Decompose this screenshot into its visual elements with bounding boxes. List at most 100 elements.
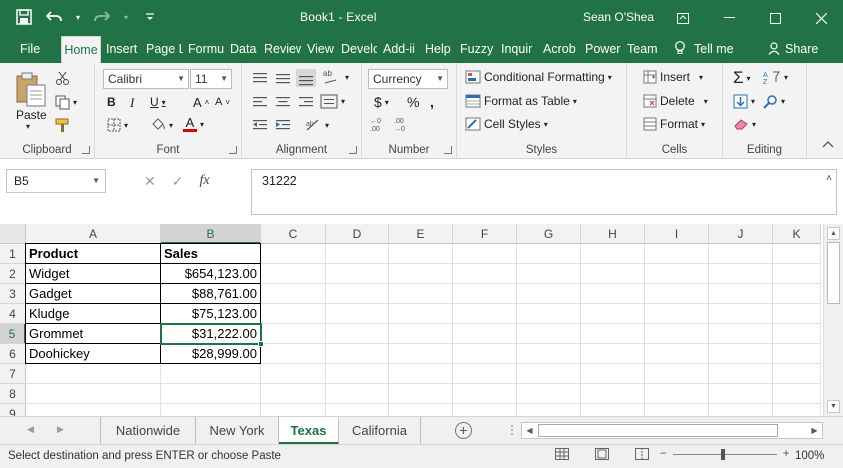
cell-b3[interactable]: $88,761.00 bbox=[161, 284, 261, 304]
cell-k2[interactable] bbox=[773, 264, 821, 284]
name-box[interactable]: B5 ▼ bbox=[6, 169, 106, 193]
cell-h1[interactable] bbox=[581, 244, 645, 264]
column-header-i[interactable]: I bbox=[645, 224, 709, 244]
cell-b5[interactable]: $31,222.00 bbox=[161, 324, 261, 344]
find-select-icon[interactable]: ▾ bbox=[763, 94, 785, 109]
cell-e5[interactable] bbox=[389, 324, 453, 344]
cell-i1[interactable] bbox=[645, 244, 709, 264]
cell-e7[interactable] bbox=[389, 364, 453, 384]
cut-icon[interactable] bbox=[55, 71, 70, 86]
cell-k9[interactable] bbox=[773, 404, 821, 416]
bottom-align-icon[interactable] bbox=[296, 69, 316, 87]
row-header-1[interactable]: 1 bbox=[0, 244, 26, 264]
row-header-2[interactable]: 2 bbox=[0, 264, 26, 284]
underline-button[interactable]: U ▾ bbox=[150, 95, 166, 109]
alignment-launcher-icon[interactable] bbox=[349, 146, 357, 154]
cell-a4[interactable]: Kludge bbox=[25, 304, 161, 324]
row-header-8[interactable]: 8 bbox=[0, 384, 26, 404]
orientation-icon[interactable]: ab ▾ bbox=[322, 68, 349, 86]
column-header-a[interactable]: A bbox=[26, 224, 161, 244]
tab-acrobat[interactable]: Acrob bbox=[543, 36, 579, 63]
cell-h5[interactable] bbox=[581, 324, 645, 344]
cell-f3[interactable] bbox=[453, 284, 517, 304]
cell-f2[interactable] bbox=[453, 264, 517, 284]
cell-d6[interactable] bbox=[326, 344, 389, 364]
cell-i7[interactable] bbox=[645, 364, 709, 384]
accounting-format-icon[interactable]: $ ▾ bbox=[374, 94, 389, 110]
row-header-9[interactable]: 9 bbox=[0, 404, 26, 416]
conditional-formatting-button[interactable]: Conditional Formatting ▾ bbox=[465, 70, 612, 84]
previous-sheet-icon[interactable]: ◀ bbox=[27, 424, 34, 435]
zoom-slider[interactable]: − + bbox=[660, 448, 789, 460]
cell-e9[interactable] bbox=[389, 404, 453, 416]
save-icon[interactable] bbox=[14, 6, 34, 28]
cell-k1[interactable] bbox=[773, 244, 821, 264]
cell-g9[interactable] bbox=[517, 404, 581, 416]
cell-c1[interactable] bbox=[261, 244, 326, 264]
wrap-text-icon[interactable]: ▾ bbox=[320, 94, 345, 109]
decrease-font-icon[interactable]: A ˅ bbox=[215, 96, 230, 108]
fill-handle[interactable] bbox=[258, 341, 264, 347]
fill-color-icon[interactable]: ▾ bbox=[150, 118, 173, 132]
column-header-e[interactable]: E bbox=[389, 224, 453, 244]
maximize-button[interactable] bbox=[752, 0, 798, 36]
cell-k5[interactable] bbox=[773, 324, 821, 344]
cell-g6[interactable] bbox=[517, 344, 581, 364]
cell-c3[interactable] bbox=[261, 284, 326, 304]
tab-power[interactable]: Power bbox=[585, 36, 621, 63]
scroll-up-icon[interactable]: ▲ bbox=[827, 227, 840, 240]
cell-b8[interactable] bbox=[161, 384, 261, 404]
format-as-table-button[interactable]: Format as Table ▾ bbox=[465, 94, 577, 108]
cell-a6[interactable]: Doohickey bbox=[25, 344, 161, 364]
font-launcher-icon[interactable] bbox=[229, 146, 237, 154]
cell-d1[interactable] bbox=[326, 244, 389, 264]
clipboard-launcher-icon[interactable] bbox=[82, 146, 90, 154]
row-header-7[interactable]: 7 bbox=[0, 364, 26, 384]
cell-a9[interactable] bbox=[26, 404, 161, 416]
row-header-6[interactable]: 6 bbox=[0, 344, 26, 364]
cell-h7[interactable] bbox=[581, 364, 645, 384]
cell-i6[interactable] bbox=[645, 344, 709, 364]
zoom-thumb[interactable] bbox=[720, 448, 725, 460]
increase-decimal-icon[interactable]: ←0.00 bbox=[370, 116, 388, 132]
customize-qat-icon[interactable] bbox=[140, 6, 160, 28]
cell-h4[interactable] bbox=[581, 304, 645, 324]
cancel-formula-icon[interactable]: ✕ bbox=[144, 173, 156, 190]
row-header-5[interactable]: 5 bbox=[0, 324, 26, 344]
formula-input[interactable]: 31222 ˄ bbox=[251, 169, 837, 215]
cell-g5[interactable] bbox=[517, 324, 581, 344]
column-header-b[interactable]: B bbox=[161, 224, 261, 244]
tab-formulas[interactable]: Formu bbox=[188, 36, 224, 63]
horizontal-scrollbar[interactable]: ◀ ▶ bbox=[521, 422, 823, 439]
undo-dropdown-icon[interactable]: ▾ bbox=[74, 6, 82, 28]
cell-e8[interactable] bbox=[389, 384, 453, 404]
tab-data[interactable]: Data bbox=[230, 36, 258, 63]
format-cells-button[interactable]: Format ▾ bbox=[643, 117, 705, 131]
decrease-indent-icon[interactable] bbox=[252, 118, 268, 132]
zoom-in-icon[interactable]: + bbox=[783, 448, 790, 460]
cell-j2[interactable] bbox=[709, 264, 773, 284]
tab-fuzzy[interactable]: Fuzzy bbox=[460, 36, 494, 63]
cell-f5[interactable] bbox=[453, 324, 517, 344]
cell-j8[interactable] bbox=[709, 384, 773, 404]
cell-d9[interactable] bbox=[326, 404, 389, 416]
cell-j1[interactable] bbox=[709, 244, 773, 264]
cell-e2[interactable] bbox=[389, 264, 453, 284]
ribbon-display-options-icon[interactable] bbox=[660, 0, 706, 36]
cell-k4[interactable] bbox=[773, 304, 821, 324]
cell-d7[interactable] bbox=[326, 364, 389, 384]
cell-d4[interactable] bbox=[326, 304, 389, 324]
column-header-f[interactable]: F bbox=[453, 224, 517, 244]
zoom-level[interactable]: 100% bbox=[795, 450, 824, 462]
column-header-j[interactable]: J bbox=[709, 224, 773, 244]
horizontal-scroll-thumb[interactable] bbox=[538, 424, 778, 437]
cell-g2[interactable] bbox=[517, 264, 581, 284]
cell-f9[interactable] bbox=[453, 404, 517, 416]
tell-me-search[interactable]: Tell me bbox=[674, 36, 734, 63]
tab-insert[interactable]: Insert bbox=[106, 36, 140, 63]
cell-c6[interactable] bbox=[261, 344, 326, 364]
row-header-3[interactable]: 3 bbox=[0, 284, 26, 304]
cell-c2[interactable] bbox=[261, 264, 326, 284]
page-layout-view-icon[interactable] bbox=[595, 448, 609, 463]
cell-c5[interactable] bbox=[261, 324, 326, 344]
